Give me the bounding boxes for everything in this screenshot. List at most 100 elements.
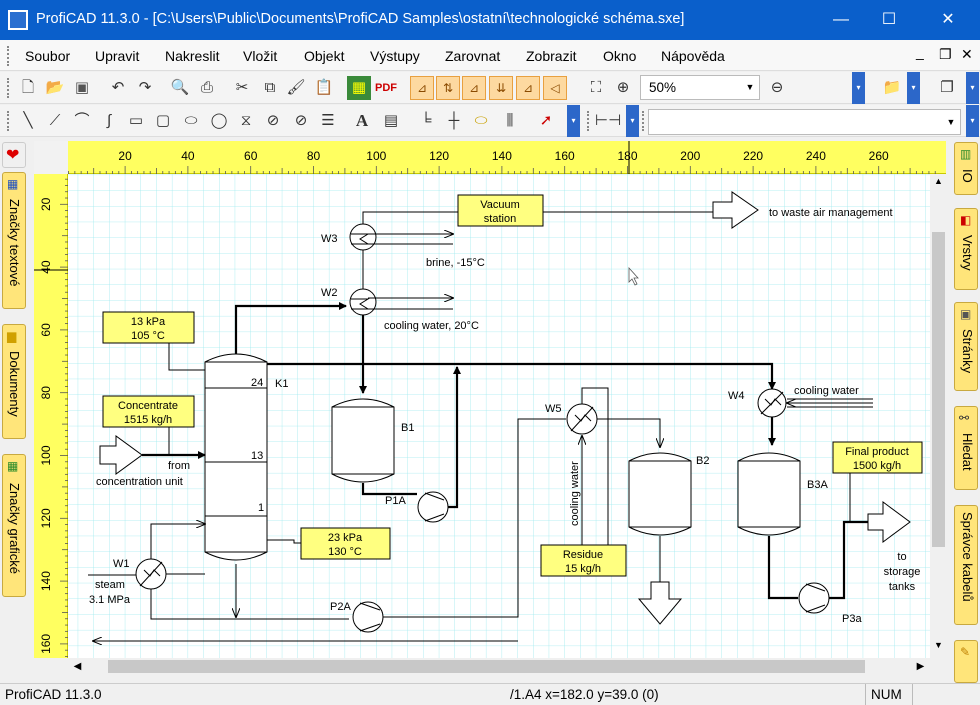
menu-vystupy[interactable]: Výstupy [370, 48, 420, 64]
vertical-ruler[interactable]: 20 40 60 80 100 120 140 160 [34, 174, 68, 658]
hatch-ellipse-icon[interactable]: ⊘ [289, 109, 313, 133]
line-icon[interactable]: ╲ [16, 109, 40, 133]
polyline-icon[interactable]: ⟋ [43, 109, 67, 133]
tab-znacky-textove[interactable]: ▦ Značky textové [2, 172, 26, 309]
rectangle-icon[interactable]: ▭ [124, 109, 148, 133]
chevron-down-icon[interactable]: ▼ [944, 113, 958, 132]
toolbar-grip [7, 78, 10, 98]
scroll-left-icon[interactable]: ◀ [70, 658, 85, 675]
ellipse-icon[interactable]: ⬭ [179, 109, 203, 133]
vessel-b3a[interactable] [737, 452, 801, 536]
align-top-icon[interactable]: ⇊ [489, 76, 513, 100]
chevron-down-icon[interactable]: ▼ [743, 78, 757, 97]
redo-icon[interactable]: ↷ [133, 76, 157, 100]
align-left-icon[interactable]: ⊿ [410, 76, 434, 100]
minimize-button[interactable]: — [818, 0, 864, 40]
horizontal-scroll-thumb[interactable] [108, 660, 865, 673]
tab-stranky[interactable]: ▣ Stránky [954, 302, 978, 391]
zoom-out-icon[interactable]: ⊖ [765, 76, 789, 100]
dimension-icon[interactable]: ⊢⊣ [595, 109, 621, 133]
text-icon[interactable]: A [350, 109, 374, 133]
pump-p1a[interactable] [417, 491, 449, 523]
toolbar-overflow-chevron[interactable]: ▾ [567, 105, 580, 137]
menu-vlozit[interactable]: Vložit [243, 48, 277, 64]
export-image-icon[interactable]: ▦ [347, 76, 371, 100]
tab-io[interactable]: ▥ IO [954, 142, 978, 195]
status-divider [912, 684, 913, 705]
save-icon[interactable]: ▣ [70, 76, 94, 100]
toolbar-overflow-chevron[interactable]: ▾ [852, 72, 865, 104]
fit-icon[interactable]: ⛶ [584, 76, 608, 100]
toolbar-overflow-chevron[interactable]: ▾ [907, 72, 920, 104]
tab-spravce-kabelu[interactable]: Správce kabelů [954, 505, 978, 625]
bezier-icon[interactable]: ∫ [97, 109, 121, 133]
maximize-button[interactable]: ☐ [866, 0, 912, 40]
vertical-scroll-thumb[interactable] [932, 232, 945, 547]
menu-zarovnat[interactable]: Zarovnat [445, 48, 500, 64]
print-preview-icon[interactable]: 🔍 [168, 76, 192, 100]
undo-icon[interactable]: ↶ [106, 76, 130, 100]
align-bottom-icon[interactable]: ◁ [543, 76, 567, 100]
folder-icon[interactable]: 📁 [880, 76, 904, 100]
menu-upravit[interactable]: Upravit [95, 48, 139, 64]
wire-icon[interactable]: ╘ [414, 109, 438, 133]
menu-okno[interactable]: Okno [603, 48, 636, 64]
scroll-right-icon[interactable]: ▶ [913, 658, 928, 675]
align-right-icon[interactable]: ⊿ [462, 76, 486, 100]
cut-icon[interactable]: ✂ [230, 76, 254, 100]
toolbar-overflow-chevron[interactable]: ▾ [966, 72, 979, 104]
mdi-restore-button[interactable]: ❐ [939, 46, 952, 63]
open-icon[interactable]: 📂 [43, 76, 67, 100]
scroll-down-icon[interactable]: ▼ [930, 640, 947, 655]
new-icon[interactable]: 🗋 [16, 76, 40, 100]
print-icon[interactable]: ⎙ [195, 76, 219, 100]
node-icon[interactable]: ┼ [442, 109, 466, 133]
image-icon[interactable]: ⧖ [234, 109, 258, 133]
textbox-icon[interactable]: ▤ [379, 109, 403, 133]
mdi-close-button[interactable]: ✕ [961, 46, 973, 63]
mdi-minimize-button[interactable]: _ [916, 44, 924, 60]
zoom-in-icon[interactable]: ⊕ [611, 76, 635, 100]
copy-icon[interactable]: ⧉ [258, 76, 282, 100]
horizontal-scrollbar[interactable]: ◀ ▶ [68, 658, 930, 675]
concentrate-line2: 1515 kg/h [124, 414, 172, 426]
rounded-rect-icon[interactable]: ▢ [151, 109, 175, 133]
layer-select[interactable]: ▼ [648, 109, 961, 135]
drawing-canvas[interactable]: to waste air management Vacuum station W… [68, 174, 930, 658]
pump-p3a[interactable] [798, 582, 830, 614]
menu-zobrazit[interactable]: Zobrazit [526, 48, 577, 64]
vessel-b1[interactable] [331, 398, 395, 483]
bus-icon[interactable]: ⫼ [498, 109, 522, 133]
export-pdf-icon[interactable]: PDF [374, 76, 398, 100]
close-button[interactable]: ✕ [925, 0, 971, 40]
zoom-select[interactable]: 50% ▼ [640, 75, 760, 100]
tab-more[interactable]: ✎ [954, 640, 978, 683]
menu-nakreslit[interactable]: Nakreslit [165, 48, 219, 64]
circle-icon[interactable]: ◯ [207, 109, 231, 133]
toolbar-overflow-chevron[interactable]: ▾ [966, 105, 979, 137]
pump-p2a[interactable] [352, 601, 384, 633]
arc-icon[interactable]: ⌒ [70, 109, 94, 133]
format-painter-icon[interactable]: 🖌 [284, 76, 308, 100]
lines-icon[interactable]: ☰ [316, 109, 340, 133]
hatch-icon[interactable]: ⊘ [261, 109, 285, 133]
favorites-tab[interactable]: ❤ [2, 142, 26, 168]
tab-znacky-graficke[interactable]: ▦ Značky grafické [2, 454, 26, 597]
align-center-icon[interactable]: ⇅ [436, 76, 460, 100]
toolbar-overflow-chevron[interactable]: ▾ [626, 105, 639, 137]
paste-icon[interactable]: 📋 [312, 76, 336, 100]
label-icon[interactable]: ⬭ [469, 109, 493, 133]
menu-objekt[interactable]: Objekt [304, 48, 344, 64]
vessel-b2[interactable] [628, 452, 692, 536]
align-middle-icon[interactable]: ⊿ [516, 76, 540, 100]
horizontal-ruler[interactable]: 20 40 60 80 100 120 140 160 180 200 220 240 260 [68, 141, 946, 174]
tab-dokumenty[interactable]: ▆ Dokumenty [2, 324, 26, 439]
scroll-up-icon[interactable]: ▲ [930, 176, 947, 191]
tab-vrstvy[interactable]: ◧ Vrstvy [954, 208, 978, 290]
tab-hledat[interactable]: ⚯ Hledat [954, 406, 978, 490]
menu-napoveda[interactable]: Nápověda [661, 48, 725, 64]
vertical-scrollbar[interactable]: ▲ ▼ [930, 174, 947, 658]
pages-icon[interactable]: ❐ [935, 76, 959, 100]
select-arrow-icon[interactable]: ➚ [534, 109, 558, 133]
menu-soubor[interactable]: Soubor [25, 48, 70, 64]
